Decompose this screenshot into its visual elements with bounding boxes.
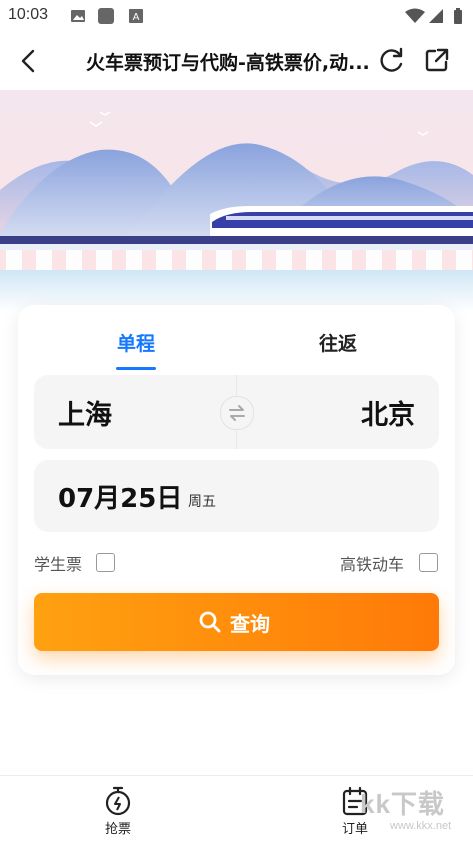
date-selector[interactable]: 07月25日 周五	[34, 460, 439, 532]
app-notification-icon	[98, 8, 114, 24]
status-time: 10:03	[8, 6, 49, 23]
tab-round-trip[interactable]: 往返	[278, 329, 398, 356]
swap-cities-button[interactable]	[220, 396, 254, 430]
banner-illustration	[0, 90, 473, 312]
font-notification-icon: A	[129, 9, 143, 23]
departure-city[interactable]: 上海	[58, 393, 112, 432]
student-ticket-label: 学生票	[34, 555, 83, 574]
search-button-label: 查询	[230, 612, 270, 636]
search-icon	[199, 611, 221, 633]
high-speed-label: 高铁动车	[340, 555, 405, 574]
search-button[interactable]: 查询	[34, 593, 439, 651]
student-ticket-checkbox[interactable]	[96, 553, 115, 572]
booking-card: 单程 往返 上海 北京 07月25日 周五 学生票 高铁动车 查询	[18, 305, 455, 675]
swap-arrows-icon	[229, 405, 245, 421]
departure-date: 07月25日	[58, 484, 183, 514]
arrival-city[interactable]: 北京	[361, 393, 415, 432]
battery-icon	[454, 8, 462, 24]
stopwatch-icon	[105, 786, 131, 816]
high-speed-checkbox[interactable]	[419, 553, 438, 572]
train-landscape-illustration	[0, 90, 473, 312]
active-tab-indicator	[116, 367, 156, 370]
watermark-url: www.kkx.net	[390, 820, 452, 832]
departure-weekday: 周五	[188, 494, 216, 510]
open-external-icon[interactable]	[423, 46, 451, 74]
nav-label-grab-tickets: 抢票	[104, 822, 131, 837]
wifi-icon	[405, 8, 425, 23]
signal-icon	[429, 9, 443, 23]
page-title: 火车票预订与代购-高铁票价,动...	[86, 52, 370, 74]
tab-one-way[interactable]: 单程	[76, 329, 196, 356]
route-selector: 上海 北京	[34, 375, 439, 449]
watermark: kk下载 www.kkx.net	[360, 784, 470, 834]
title-bar: 火车票预订与代购-高铁票价,动...	[0, 32, 473, 90]
watermark-text: kk下载	[360, 789, 445, 819]
refresh-icon[interactable]	[378, 46, 406, 74]
back-arrow-icon[interactable]	[14, 46, 44, 76]
svg-text:A: A	[133, 12, 140, 23]
image-notification-icon	[71, 10, 85, 22]
status-bar: 10:03 A	[0, 0, 473, 32]
